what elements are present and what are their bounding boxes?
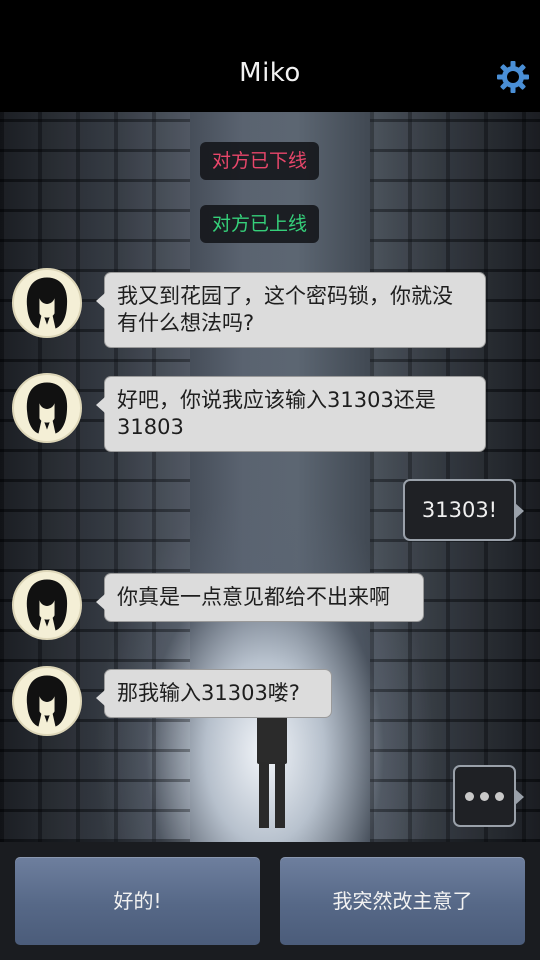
miko-avatar	[12, 373, 82, 443]
chat-header: Miko	[0, 0, 540, 112]
gear-icon[interactable]	[496, 60, 530, 94]
offline-notice: 对方已下线	[200, 142, 320, 180]
message-bubble: 好吧，你说我应该输入31303还是31803	[96, 376, 486, 452]
message-bubble: 那我输入31303喽?	[96, 669, 332, 718]
right-building	[370, 112, 540, 842]
left-building	[0, 112, 190, 842]
player-message-bubble: 31303!	[403, 479, 524, 541]
miko-avatar	[12, 666, 82, 736]
message-bubble: 你真是一点意见都给不出来啊	[96, 573, 424, 622]
online-notice: 对方已上线	[200, 205, 320, 243]
reply-option-changed-mind-button[interactable]: 我突然改主意了	[280, 857, 525, 945]
miko-avatar	[12, 268, 82, 338]
miko-avatar	[12, 570, 82, 640]
contact-name: Miko	[239, 58, 301, 88]
message-bubble: 我又到花园了，这个密码锁，你就没有什么想法吗?	[96, 272, 486, 348]
typing-indicator-icon	[453, 765, 524, 827]
reply-bar: 好的! 我突然改主意了	[0, 842, 540, 960]
reply-option-ok-button[interactable]: 好的!	[15, 857, 260, 945]
